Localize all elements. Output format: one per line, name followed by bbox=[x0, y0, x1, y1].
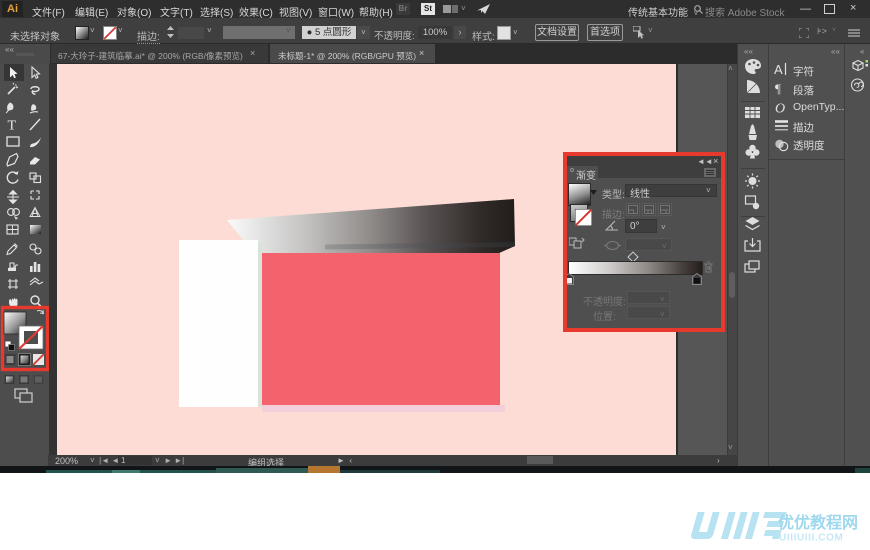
svg-text:O: O bbox=[775, 102, 785, 117]
svg-text:T: T bbox=[8, 119, 17, 134]
svg-text:优优教程网: 优优教程网 bbox=[778, 513, 858, 532]
svg-text:UIIIUIII.COM: UIIIUIII.COM bbox=[779, 533, 843, 544]
svg-text:A: A bbox=[774, 62, 783, 77]
svg-text:¶: ¶ bbox=[775, 81, 781, 96]
